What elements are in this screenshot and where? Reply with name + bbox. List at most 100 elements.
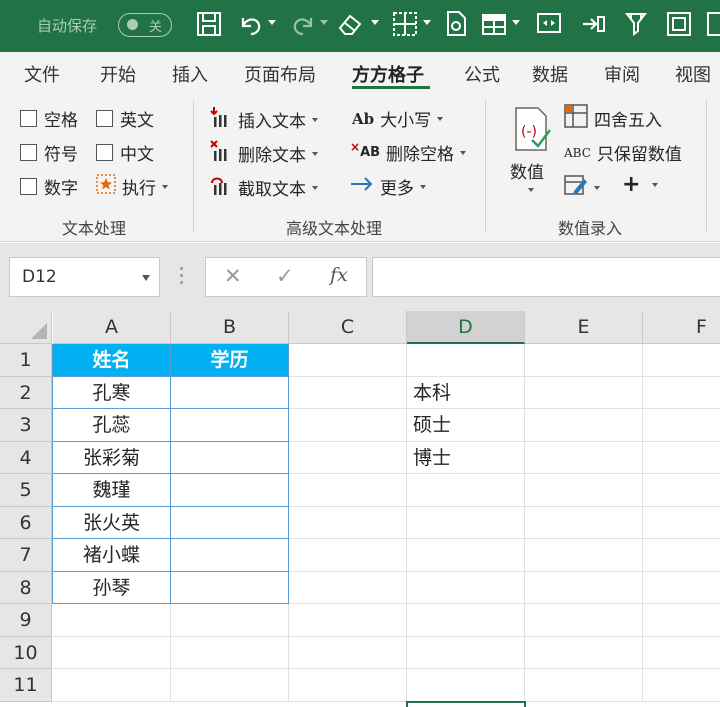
cell-e2[interactable] [525, 376, 643, 409]
cell-a4[interactable]: 张彩菊 [53, 441, 171, 474]
row-header-11[interactable]: 11 [0, 669, 52, 702]
cell-a11[interactable] [53, 669, 171, 702]
cell-b5[interactable] [171, 474, 289, 507]
delete-space-button[interactable]: ×AB 删除空格 [350, 140, 467, 165]
cell-a3[interactable]: 孔蕊 [53, 409, 171, 442]
cell-c5[interactable] [289, 474, 407, 507]
cell-a5[interactable]: 魏瑾 [53, 474, 171, 507]
tab-view[interactable]: 视图 [675, 61, 711, 87]
table-format-dropdown-icon[interactable] [512, 20, 520, 25]
cell-f3[interactable] [643, 409, 720, 442]
cell-d10[interactable] [407, 636, 525, 669]
redo-icon[interactable] [290, 10, 316, 40]
row-header-1[interactable]: 1 [0, 344, 52, 377]
cell-e1[interactable] [525, 344, 643, 377]
cell-e8[interactable] [525, 571, 643, 604]
checkbox-chinese[interactable]: 中文 [96, 140, 154, 165]
row-header-8[interactable]: 8 [0, 571, 52, 604]
function-icon[interactable]: fx [330, 264, 348, 286]
column-header-a[interactable]: A [53, 311, 171, 344]
tab-fangfang[interactable]: 方方格子 [352, 61, 424, 87]
tab-page-layout[interactable]: 页面布局 [244, 61, 316, 87]
execute-button[interactable]: 执行 [96, 174, 168, 199]
row-header-6[interactable]: 6 [0, 506, 52, 539]
cell-e10[interactable] [525, 636, 643, 669]
more-quick-access-icon[interactable] [706, 10, 720, 40]
name-box[interactable]: D12 [9, 257, 160, 297]
eraser-icon[interactable] [336, 10, 364, 40]
row-header-7[interactable]: 7 [0, 539, 52, 572]
keep-value-button[interactable]: ABC 只保留数值 [564, 140, 682, 165]
cell-e4[interactable] [525, 441, 643, 474]
row-header-2[interactable]: 2 [0, 376, 52, 409]
cell-e11[interactable] [525, 669, 643, 702]
cell-c3[interactable] [289, 409, 407, 442]
checkbox-space-box[interactable] [20, 110, 37, 127]
cell-a10[interactable] [53, 636, 171, 669]
cell-d3[interactable]: 硕士 [407, 409, 525, 442]
cell-f6[interactable] [643, 507, 720, 539]
cell-e7[interactable] [525, 539, 643, 572]
cell-d5[interactable] [407, 474, 525, 507]
cell-e6[interactable] [525, 506, 643, 539]
cell-f10[interactable] [643, 637, 720, 669]
table-format-icon[interactable] [481, 10, 507, 40]
tab-home[interactable]: 开始 [100, 61, 136, 87]
tab-review[interactable]: 审阅 [604, 61, 640, 87]
column-header-f[interactable]: F [643, 311, 720, 344]
extract-text-button[interactable]: 截取文本 [210, 174, 318, 201]
cell-d4[interactable]: 博士 [407, 441, 525, 474]
move-to-icon[interactable] [580, 10, 606, 40]
cell-a6[interactable]: 张火英 [53, 506, 171, 539]
row-header-4[interactable]: 4 [0, 441, 52, 474]
cell-f4[interactable] [643, 442, 720, 474]
tab-insert[interactable]: 插入 [172, 61, 208, 87]
column-header-e[interactable]: E [525, 311, 643, 344]
column-header-d[interactable]: D [407, 311, 525, 344]
round-button[interactable]: 四舍五入 [564, 104, 662, 133]
cancel-icon[interactable]: ✕ [224, 264, 242, 288]
cell-b2[interactable] [171, 376, 289, 409]
cell-b3[interactable] [171, 409, 289, 442]
cell-d6[interactable] [407, 506, 525, 539]
save-icon[interactable] [196, 10, 222, 40]
cell-b4[interactable] [171, 441, 289, 474]
checkbox-symbol-box[interactable] [20, 144, 37, 161]
print-preview-icon[interactable] [444, 10, 470, 40]
undo-icon[interactable] [238, 10, 264, 40]
cell-f7[interactable] [643, 539, 720, 572]
cell-c4[interactable] [289, 441, 407, 474]
cell-a9[interactable] [53, 604, 171, 637]
cell-b8[interactable] [171, 571, 289, 604]
cell-b7[interactable] [171, 539, 289, 572]
cell-f11[interactable] [643, 669, 720, 702]
cell-f1[interactable] [643, 344, 720, 377]
borders-icon[interactable] [392, 10, 418, 40]
cell-d9[interactable] [407, 604, 525, 637]
value-button[interactable]: (-) 数值 [506, 104, 556, 210]
row-header-3[interactable]: 3 [0, 409, 52, 442]
cell-c1[interactable] [289, 344, 407, 377]
cell-a2[interactable]: 孔寒 [53, 376, 171, 409]
cell-e5[interactable] [525, 474, 643, 507]
cell-d7[interactable] [407, 539, 525, 572]
cell-c9[interactable] [289, 604, 407, 637]
cell-b6[interactable] [171, 506, 289, 539]
cell-c2[interactable] [289, 376, 407, 409]
row-header-9[interactable]: 9 [0, 604, 52, 637]
cell-f9[interactable] [643, 604, 720, 637]
cell-b1[interactable]: 学历 [171, 344, 289, 377]
cell-c10[interactable] [289, 636, 407, 669]
cell-b9[interactable] [171, 604, 289, 637]
cell-f5[interactable] [643, 474, 720, 507]
cell-d2[interactable]: 本科 [407, 376, 525, 409]
insert-text-button[interactable]: 插入文本 [210, 106, 318, 133]
cell-a7[interactable]: 褚小蝶 [53, 539, 171, 572]
cell-c8[interactable] [289, 571, 407, 604]
row-header-10[interactable]: 10 [0, 636, 52, 669]
delete-text-button[interactable]: 删除文本 [210, 140, 318, 167]
filter-icon[interactable] [623, 10, 649, 40]
case-button[interactable]: Ab 大小写 [352, 106, 444, 131]
column-header-b[interactable]: B [171, 311, 289, 344]
tab-formulas[interactable]: 公式 [464, 61, 500, 87]
